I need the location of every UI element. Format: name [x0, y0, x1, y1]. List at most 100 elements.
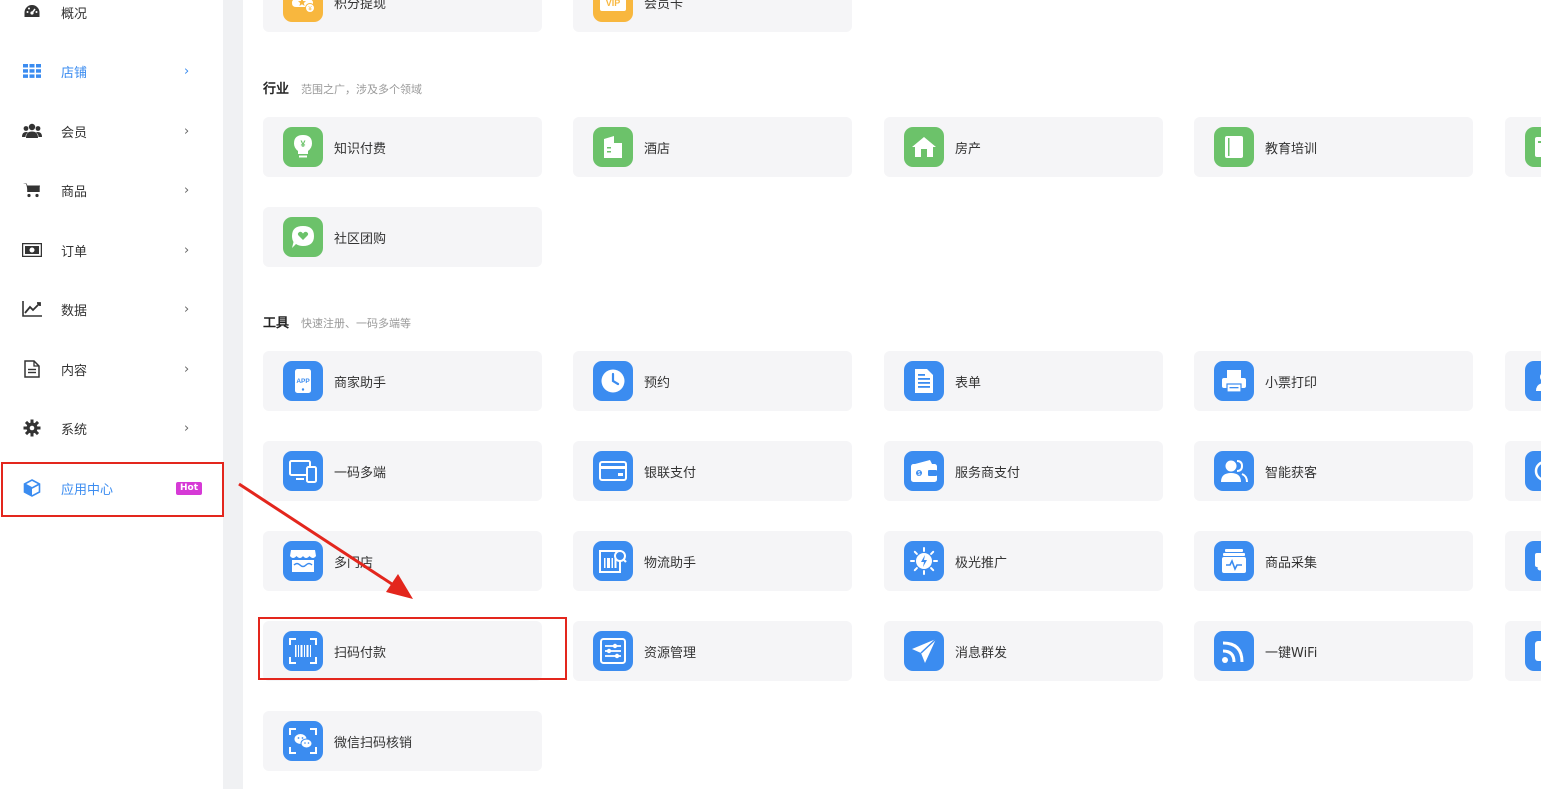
hotel-icon: [593, 127, 633, 167]
app-card-one-click-wifi[interactable]: 一键WiFi: [1194, 621, 1473, 681]
store-icon: [283, 541, 323, 581]
book-icon: [1214, 127, 1254, 167]
send-icon: [904, 631, 944, 671]
app-card-label: 酒店: [644, 141, 671, 157]
app-icon: [1525, 127, 1541, 167]
wallet-icon: $: [904, 451, 944, 491]
highlight-box-app-center: [1, 462, 224, 517]
sidebar-item-label: 订单: [61, 244, 88, 260]
sidebar-item-data[interactable]: 数据 ›: [0, 289, 223, 329]
section-title: 行业: [263, 82, 290, 97]
form-icon: [904, 361, 944, 401]
app-card-provider-pay[interactable]: $ 服务商支付: [884, 441, 1163, 501]
wifi-icon: [1214, 631, 1254, 671]
app-card-appointment[interactable]: 预约: [573, 351, 852, 411]
app-card-label: 教育培训: [1265, 141, 1318, 157]
app-card-cut-off[interactable]: [1505, 621, 1541, 681]
sidebar-item-label: 会员: [61, 125, 88, 141]
sidebar-item-label: 数据: [61, 303, 88, 319]
app-card-label: 表单: [955, 375, 982, 391]
dashboard-icon: [22, 2, 42, 22]
chevron-right-icon: ›: [184, 182, 190, 198]
heart-bubble-icon: [283, 217, 323, 257]
app-card-aurora-promotion[interactable]: 极光推广: [884, 531, 1163, 591]
sidebar-item-store[interactable]: 店铺 ›: [0, 51, 223, 91]
app-card-education[interactable]: 教育培训: [1194, 117, 1473, 177]
sidebar-item-orders[interactable]: 订单 ›: [0, 230, 223, 270]
app-card-knowledge-pay[interactable]: ¥ 知识付费: [263, 117, 542, 177]
section-subtitle: 快速注册、一码多端等: [301, 317, 412, 330]
sidebar-item-content[interactable]: 内容 ›: [0, 349, 223, 389]
highlight-box-scan-pay: [258, 617, 567, 680]
app-card-mass-message[interactable]: 消息群发: [884, 621, 1163, 681]
app-card-unionpay[interactable]: 银联支付: [573, 441, 852, 501]
chevron-right-icon: ›: [184, 242, 190, 258]
app-card-label: 微信扫码核销: [334, 735, 413, 751]
chevron-right-icon: ›: [184, 301, 190, 317]
app-card-vip-card[interactable]: VIP 会员卡: [573, 0, 852, 32]
sidebar: 概况 店铺 › 会员 › 商品 › 订单 › 数据 › 内容 › 系统 › 应用…: [0, 0, 223, 789]
chevron-right-icon: ›: [184, 123, 190, 139]
app-card-label: 房产: [955, 141, 982, 157]
app-card-label: 商家助手: [334, 375, 387, 391]
sidebar-item-overview[interactable]: 概况: [0, 0, 223, 32]
chart-icon: [22, 299, 42, 319]
app-card-receipt-print[interactable]: 小票打印: [1194, 351, 1473, 411]
points-icon: ¥: [283, 0, 323, 22]
devices-icon: [283, 451, 323, 491]
app-card-label: 银联支付: [644, 465, 697, 481]
app-card-cut-off[interactable]: [1505, 531, 1541, 591]
app-card-community-group-buy[interactable]: 社区团购: [263, 207, 542, 267]
app-card-smart-acquisition[interactable]: 智能获客: [1194, 441, 1473, 501]
app-card-one-code-multi-device[interactable]: 一码多端: [263, 441, 542, 501]
app-card-multi-store[interactable]: 多门店: [263, 531, 542, 591]
aurora-icon: [904, 541, 944, 581]
chevron-right-icon: ›: [184, 361, 190, 377]
section-industry-header: 行业 范围之广，涉及多个领域: [263, 78, 422, 97]
app-card-label: 积分提现: [334, 0, 387, 12]
sidebar-divider: [223, 0, 243, 789]
chevron-right-icon: ›: [184, 63, 190, 79]
card-icon: [593, 451, 633, 491]
cart-icon: [22, 180, 42, 200]
app-card-product-collect[interactable]: 商品采集: [1194, 531, 1473, 591]
app-card-points-withdraw[interactable]: ¥ 积分提现: [263, 0, 542, 32]
svg-text:¥: ¥: [300, 139, 305, 149]
app-card-label: 消息群发: [955, 645, 1008, 661]
money-icon: [22, 240, 42, 260]
app-card-logistics-assistant[interactable]: 物流助手: [573, 531, 852, 591]
people-icon: [1214, 451, 1254, 491]
app-card-hotel[interactable]: 酒店: [573, 117, 852, 177]
app-card-label: 知识付费: [334, 141, 387, 157]
person-icon: [1525, 361, 1541, 401]
logistics-icon: [593, 541, 633, 581]
app-card-cut-off[interactable]: [1505, 117, 1541, 177]
sidebar-item-members[interactable]: 会员 ›: [0, 111, 223, 151]
app-card-resource-management[interactable]: 资源管理: [573, 621, 852, 681]
app-card-cut-off[interactable]: [1505, 351, 1541, 411]
svg-text:APP: APP: [296, 378, 310, 385]
grid-icon: [22, 61, 42, 81]
app-card-merchant-assistant[interactable]: APP 商家助手: [263, 351, 542, 411]
sidebar-item-system[interactable]: 系统 ›: [0, 408, 223, 448]
sliders-icon: [593, 631, 633, 671]
sidebar-item-label: 概况: [61, 6, 88, 22]
wechat-scan-icon: [283, 721, 323, 761]
app-card-label: 小票打印: [1265, 375, 1318, 391]
section-title: 工具: [263, 316, 290, 331]
sidebar-item-label: 店铺: [61, 65, 88, 81]
gear-icon: [22, 418, 42, 438]
app-card-form[interactable]: 表单: [884, 351, 1163, 411]
app-card-label: 多门店: [334, 555, 374, 571]
app-card-label: 极光推广: [955, 555, 1008, 571]
app-card-cut-off[interactable]: [1505, 441, 1541, 501]
sidebar-item-label: 商品: [61, 184, 88, 200]
app-card-real-estate[interactable]: 房产: [884, 117, 1163, 177]
lightbulb-icon: ¥: [283, 127, 323, 167]
app-card-label: 社区团购: [334, 231, 387, 247]
app-card-wechat-scan-verify[interactable]: 微信扫码核销: [263, 711, 542, 771]
sidebar-item-products[interactable]: 商品 ›: [0, 170, 223, 210]
section-subtitle: 范围之广，涉及多个领域: [301, 83, 423, 96]
app-card-label: 预约: [644, 375, 671, 391]
sidebar-item-label: 内容: [61, 363, 88, 379]
